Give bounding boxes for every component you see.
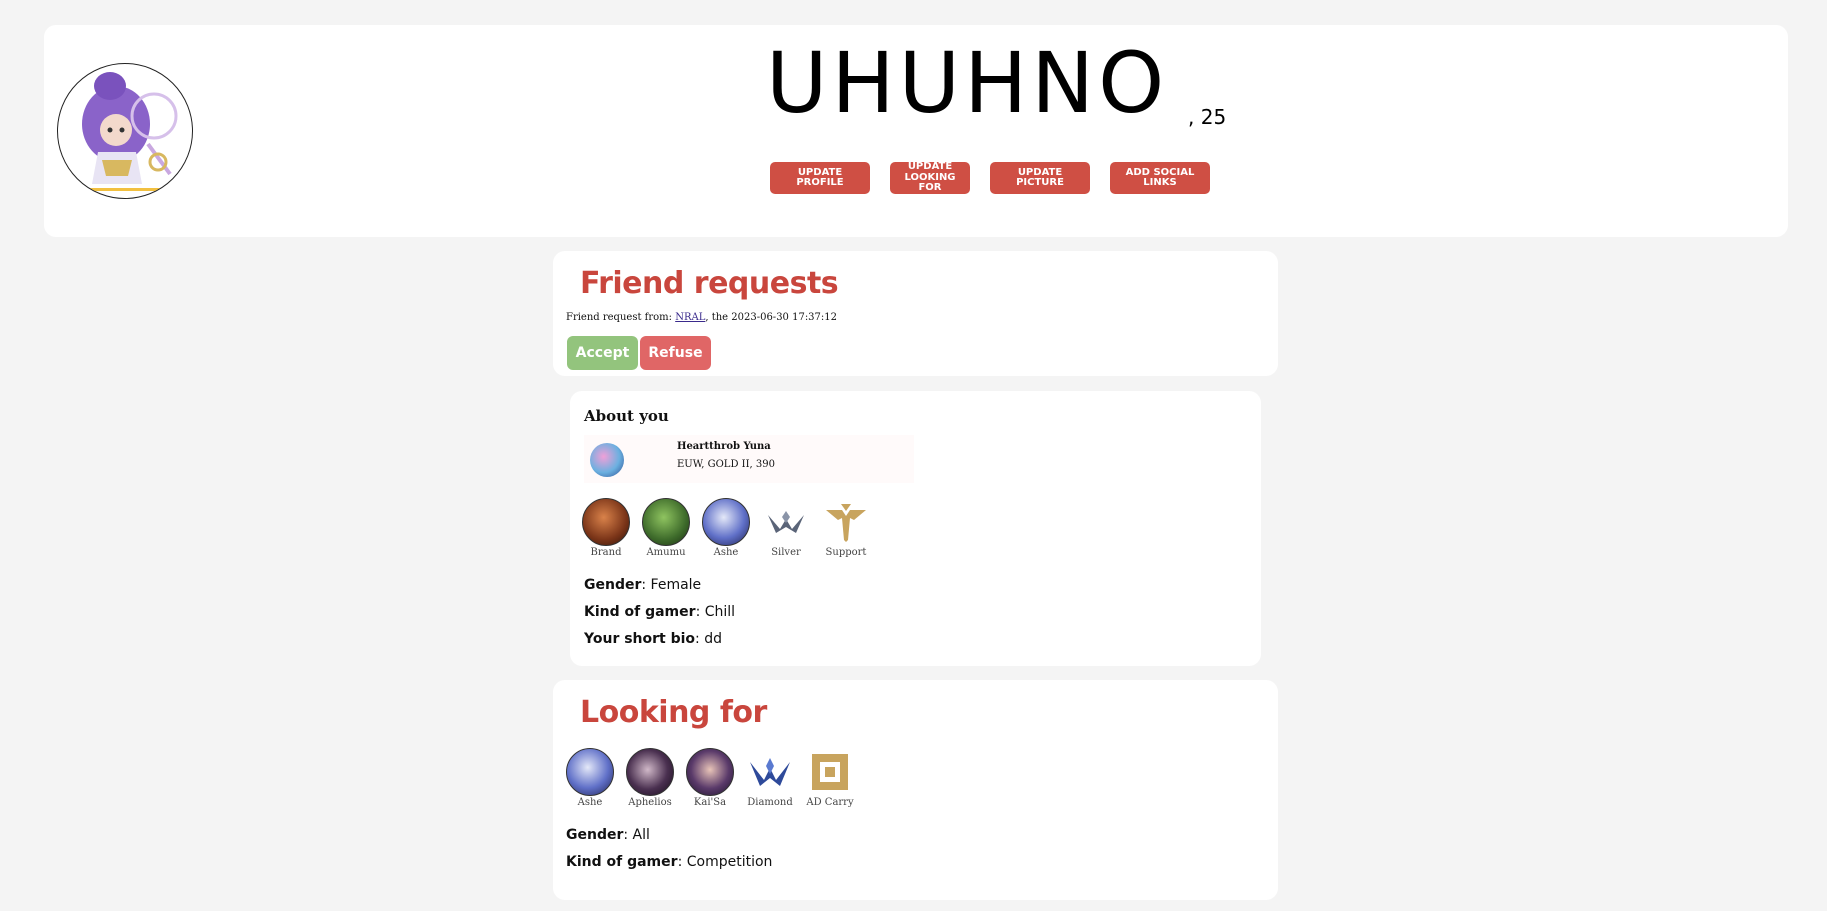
looking-for-title: Looking for [580, 695, 767, 730]
add-social-links-button[interactable]: ADD SOCIAL LINKS [1110, 162, 1210, 194]
token-label: Aphelios [628, 797, 672, 808]
gender-label: Gender [584, 577, 642, 593]
about-token-support: Support [816, 498, 876, 558]
accept-button[interactable]: Accept [567, 336, 638, 370]
bio-label: Your short bio [584, 631, 696, 647]
looking-token-kaisa: Kai'Sa [680, 748, 740, 808]
gamer-label: Kind of gamer [566, 854, 678, 870]
looking-token-aphelios: Aphelios [620, 748, 680, 808]
refuse-button[interactable]: Refuse [640, 336, 711, 370]
about-you-card: About you Heartthrob Yuna EUW, GOLD II, … [570, 391, 1261, 666]
update-looking-for-button[interactable]: UPDATE LOOKING FOR [890, 162, 970, 194]
avatar-illustration-icon [82, 72, 178, 191]
looking-token-adcarry: AD Carry [800, 748, 860, 808]
friend-request-date: , the 2023-06-30 17:37:12 [705, 312, 838, 323]
about-token-ashe: Ashe [696, 498, 756, 558]
gender-value: : All [623, 827, 650, 843]
bio-value: : dd [695, 631, 722, 647]
friend-request-prefix: Friend request from: [566, 312, 676, 323]
summoner-profile-icon [590, 443, 624, 477]
gender-label: Gender [566, 827, 624, 843]
friend-request-entry: Friend request from: NRAL, the 2023-06-3… [566, 312, 837, 323]
token-label: Ashe [577, 797, 603, 808]
profile-header: UHUHNO , 25 UPDATE PROFILE UPDATE LOOKIN… [44, 25, 1788, 237]
about-gender: Gender: Female [584, 577, 701, 593]
gamer-value: : Chill [695, 604, 736, 620]
about-token-silver: Silver [756, 498, 816, 558]
looking-token-ashe: Ashe [560, 748, 620, 808]
update-profile-button[interactable]: UPDATE PROFILE [770, 162, 870, 194]
ashe-champion-icon [566, 748, 614, 796]
looking-gender: Gender: All [566, 827, 650, 843]
amumu-champion-icon [642, 498, 690, 546]
token-label: Kai'Sa [693, 797, 727, 808]
about-kind-of-gamer: Kind of gamer: Chill [584, 604, 735, 620]
token-label: Support [825, 547, 867, 558]
gender-value: : Female [641, 577, 702, 593]
about-token-amumu: Amumu [636, 498, 696, 558]
support-role-icon [822, 498, 870, 546]
about-token-brand: Brand [576, 498, 636, 558]
update-picture-button[interactable]: UPDATE PICTURE [990, 162, 1090, 194]
looking-token-diamond: Diamond [740, 748, 800, 808]
profile-age: , 25 [1188, 105, 1227, 129]
token-label: Brand [590, 547, 622, 558]
token-label: Amumu [646, 547, 686, 558]
profile-username: UHUHNO [766, 34, 1169, 132]
ashe-champion-icon [702, 498, 750, 546]
token-label: Silver [771, 547, 801, 558]
summoner-name: Heartthrob Yuna [677, 441, 771, 452]
friend-request-user-link[interactable]: NRAL [675, 312, 705, 323]
token-label: AD Carry [806, 797, 854, 808]
silver-rank-icon [762, 498, 810, 546]
aphelios-champion-icon [626, 748, 674, 796]
kaisa-champion-icon [686, 748, 734, 796]
looking-kind-of-gamer: Kind of gamer: Competition [566, 854, 772, 870]
brand-champion-icon [582, 498, 630, 546]
profile-avatar[interactable] [57, 63, 193, 199]
summoner-info: EUW, GOLD II, 390 [677, 459, 775, 470]
token-label: Ashe [713, 547, 739, 558]
adcarry-role-icon [806, 748, 854, 796]
token-label: Diamond [747, 797, 793, 808]
about-you-title: About you [584, 407, 669, 425]
gamer-value: : Competition [677, 854, 773, 870]
diamond-rank-icon [746, 748, 794, 796]
looking-for-card: Looking for Ashe Aphelios Kai'Sa Diamond… [553, 680, 1278, 900]
about-short-bio: Your short bio: dd [584, 631, 722, 647]
friend-requests-card: Friend requests Friend request from: NRA… [553, 251, 1278, 376]
gamer-label: Kind of gamer [584, 604, 696, 620]
friend-requests-title: Friend requests [580, 266, 839, 301]
